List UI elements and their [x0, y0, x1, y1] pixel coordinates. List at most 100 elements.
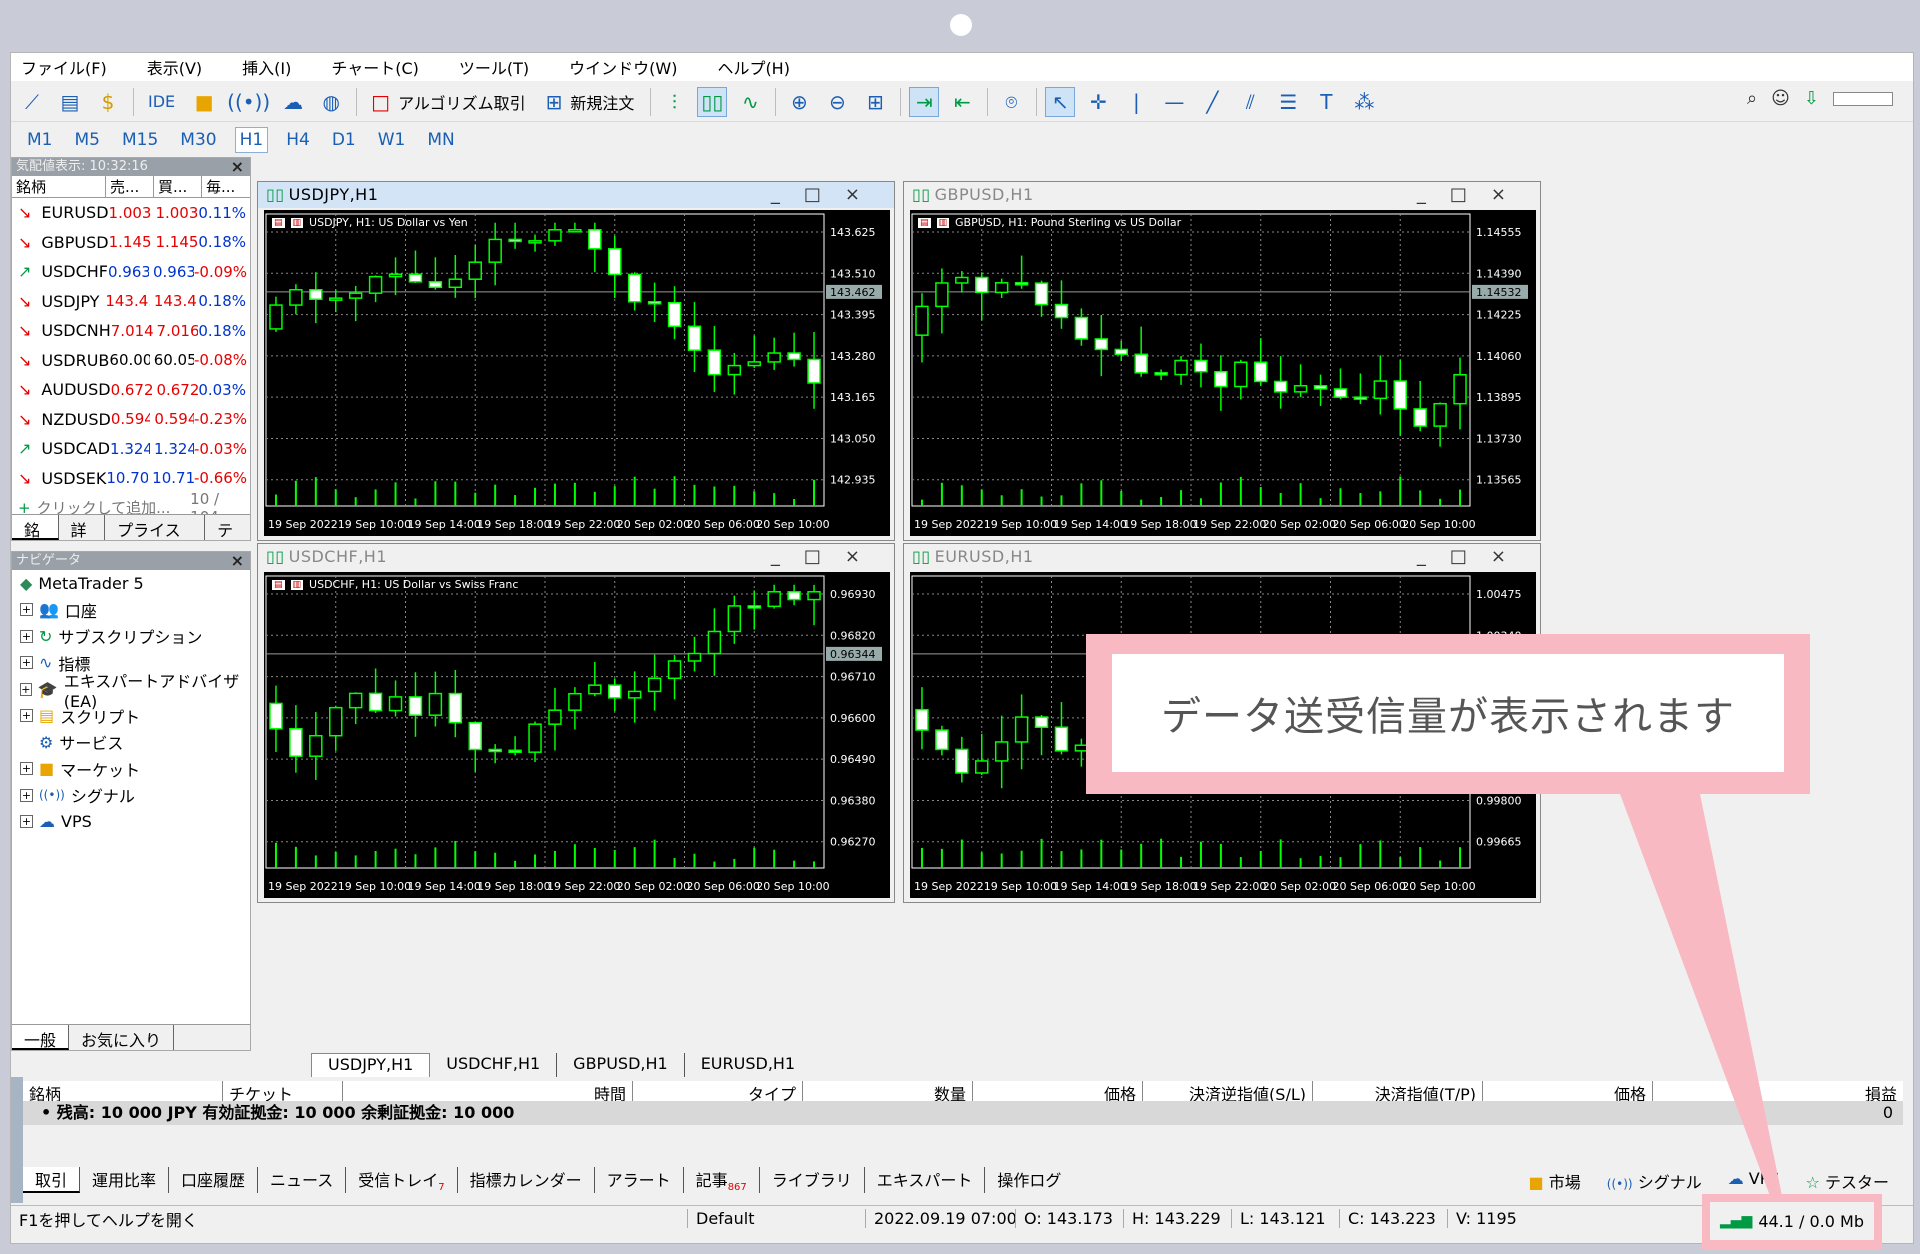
col-sl[interactable]: 決済逆指値(S/L) [1143, 1081, 1313, 1104]
line-icon[interactable]: ∿ [735, 87, 765, 117]
tab-journal[interactable]: 操作ログ [985, 1167, 1073, 1193]
level-icon[interactable]: ⇩ [1804, 88, 1819, 109]
chart-tab[interactable]: GBPUSD,H1 [557, 1053, 685, 1077]
tab-symbols[interactable]: 銘柄 [12, 515, 59, 540]
window-controls[interactable]: _□× [771, 544, 884, 570]
tf-h4[interactable]: H4 [282, 128, 314, 152]
horizontal-line-icon[interactable]: — [1159, 87, 1189, 117]
bag-icon[interactable]: ■ [189, 87, 219, 117]
expand-icon[interactable]: + [20, 682, 32, 696]
expand-icon[interactable]: + [20, 762, 33, 776]
market-watch-row[interactable]: ↘ NZDUSD 0.594... 0.594... -0.23% [12, 405, 250, 435]
tab-price-board[interactable]: プライスボード [105, 515, 206, 540]
fibo-icon[interactable]: ☰ [1273, 87, 1303, 117]
tf-m30[interactable]: M30 [176, 128, 220, 152]
tab-library[interactable]: ライブラリ [760, 1167, 865, 1193]
col-symbol[interactable]: 銘柄 [23, 1081, 223, 1104]
account-icon[interactable]: ☺ [1771, 88, 1790, 109]
trendline-icon[interactable]: ╱ [1197, 87, 1227, 117]
tf-m15[interactable]: M15 [118, 128, 162, 152]
market-watch-row[interactable]: ↘ USDSEK 10.70... 10.71... -0.66% [12, 464, 250, 494]
chart-window-title[interactable]: ▯▯ GBPUSD,H1 _□× [904, 182, 1540, 208]
tab-articles[interactable]: 記事867 [684, 1167, 760, 1193]
dollar-icon[interactable]: $ [93, 87, 123, 117]
expand-icon[interactable]: + [20, 629, 33, 643]
cloud-icon[interactable]: ☁ [278, 87, 308, 117]
expand-icon[interactable]: + [20, 815, 33, 829]
nav-accounts[interactable]: + 👥 口座 [12, 597, 250, 624]
tab-news[interactable]: ニュース [258, 1167, 347, 1193]
window-controls[interactable]: _□× [771, 182, 884, 208]
algo-trading-button[interactable]: □ アルゴリズム取引 [365, 87, 531, 117]
tab-general[interactable]: 一般 [12, 1025, 70, 1050]
shift-icon[interactable]: ⇤ [947, 87, 977, 117]
tf-m1[interactable]: M1 [23, 128, 56, 152]
col-type[interactable]: タイプ [633, 1081, 803, 1104]
tab-ticks[interactable]: ティ [205, 515, 250, 540]
chart-window-title[interactable]: ▯▯ USDJPY,H1 _□× [258, 182, 894, 208]
zoom-in-icon[interactable]: ⊕ [784, 87, 814, 117]
chart-tab[interactable]: USDJPY,H1 [311, 1053, 431, 1077]
screenshot-icon[interactable]: ⌾ [996, 87, 1026, 117]
channel-icon[interactable]: ⫽ [1235, 87, 1265, 117]
market-watch-row[interactable]: ↘ USDCNH 7.014... 7.016... 0.18% [12, 316, 250, 346]
shapes-icon[interactable]: ⁂ [1349, 87, 1379, 117]
nav-vps[interactable]: + ☁ VPS [12, 809, 250, 836]
chart-window[interactable]: ▯▯ USDCHF,H1 _□× 0.96930 0.96820 0.96710 0.966… [257, 543, 895, 903]
tab-experts[interactable]: エキスパート [865, 1167, 986, 1193]
col-current-price[interactable]: 価格 [1483, 1081, 1653, 1104]
crosshair-icon[interactable]: ✛ [1083, 87, 1113, 117]
expand-icon[interactable]: + [20, 656, 33, 670]
tab-calendar[interactable]: 指標カレンダー [458, 1167, 595, 1193]
tf-d1[interactable]: D1 [328, 128, 360, 152]
col-time[interactable]: 時間 [343, 1081, 633, 1104]
menu-view[interactable]: 表示(V) [147, 55, 202, 79]
tf-mn[interactable]: MN [423, 128, 458, 152]
col-ticket[interactable]: チケット [223, 1081, 343, 1104]
nav-root[interactable]: ◆ MetaTrader 5 [12, 570, 250, 597]
nav-market[interactable]: + ■ マーケット [12, 756, 250, 783]
signal-icon[interactable]: ((•)) [227, 87, 270, 117]
expand-icon[interactable]: + [20, 788, 33, 802]
menu-tools[interactable]: ツール(T) [459, 55, 529, 79]
chart-tab[interactable]: USDCHF,H1 [430, 1053, 558, 1077]
autoscroll-icon[interactable]: ⇥ [909, 86, 940, 117]
col-bid[interactable]: 売... [106, 176, 154, 197]
chart-window-title[interactable]: ▯▯ EURUSD,H1 _□× [904, 544, 1540, 570]
tab-trade[interactable]: 取引 [23, 1167, 81, 1193]
nav-services[interactable]: ⚙ サービス [12, 729, 250, 756]
line-chart-icon[interactable]: ⟋ [17, 87, 47, 117]
window-controls[interactable]: _□× [1417, 544, 1530, 570]
new-order-button[interactable]: ⊞ 新規注文 [540, 87, 641, 117]
chart-canvas[interactable]: 0.96930 0.96820 0.96710 0.96600 0.96490 0.963… [264, 572, 890, 898]
close-icon[interactable]: × [231, 158, 244, 176]
candle-chart-icon[interactable]: ▯▯ [697, 86, 728, 117]
chart-canvas[interactable]: 1.14555 1.14390 1.14225 1.14060 1.13895 1.137… [910, 210, 1536, 536]
col-profit[interactable]: 損益 [1653, 1081, 1903, 1104]
menu-help[interactable]: ヘルプ(H) [717, 55, 790, 79]
tab-mailbox[interactable]: 受信トレイ7 [346, 1167, 458, 1193]
status-profile[interactable]: Default [687, 1209, 865, 1228]
window-controls[interactable]: _□× [1417, 182, 1530, 208]
col-tp[interactable]: 決済指値(T/P) [1313, 1081, 1483, 1104]
new-chart-icon[interactable]: ▤ [55, 87, 85, 117]
close-icon[interactable]: × [231, 552, 244, 570]
market-watch-row[interactable]: ↘ GBPUSD 1.145... 1.145... 0.18% [12, 228, 250, 258]
menu-window[interactable]: ウインドウ(W) [569, 55, 677, 79]
menu-insert[interactable]: 挿入(I) [242, 55, 291, 79]
vps-link[interactable]: ☁ VPS [1728, 1169, 1780, 1193]
zoom-out-icon[interactable]: ⊖ [822, 87, 852, 117]
expand-icon[interactable]: + [20, 603, 33, 617]
tab-favorites[interactable]: お気に入り [69, 1025, 175, 1050]
nav-signals[interactable]: + ((•)) シグナル [12, 782, 250, 809]
market-watch-row[interactable]: ↘ EURUSD 1.003... 1.003... 0.11% [12, 198, 250, 228]
market-watch-row[interactable]: ↘ AUDUSD 0.672... 0.672... 0.03% [12, 375, 250, 405]
tab-alerts[interactable]: アラート [595, 1167, 684, 1193]
col-symbol[interactable]: 銘柄 [12, 176, 106, 197]
col-volume[interactable]: 数量 [803, 1081, 973, 1104]
col-ask[interactable]: 買... [154, 176, 202, 197]
tester-link[interactable]: ☆ テスター [1806, 1169, 1889, 1193]
market-link[interactable]: ■ 市場 [1529, 1169, 1581, 1193]
tab-details[interactable]: 詳細 [59, 515, 106, 540]
menu-file[interactable]: ファイル(F) [21, 55, 107, 79]
